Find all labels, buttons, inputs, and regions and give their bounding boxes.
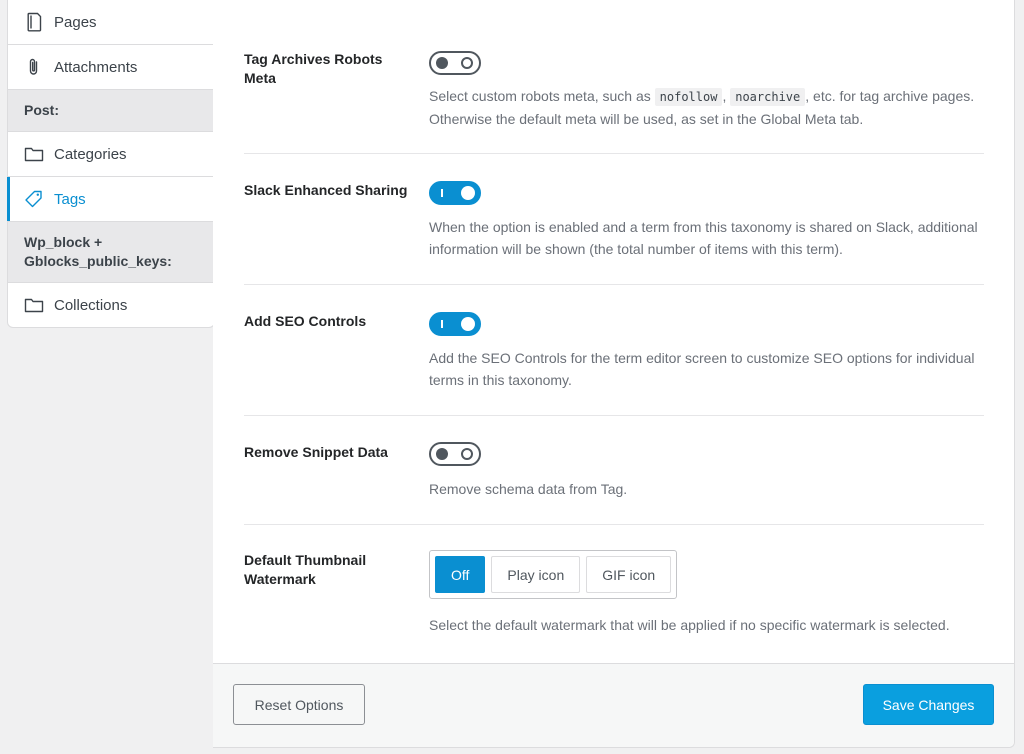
code-noarchive: noarchive <box>730 88 806 106</box>
sidebar-item-label: Pages <box>54 13 97 31</box>
sidebar-item-label: Tags <box>54 190 86 208</box>
paperclip-icon <box>24 57 44 77</box>
pages-icon <box>24 12 44 32</box>
toggle-off-mark <box>461 448 473 460</box>
settings-panel: Tag Archives Robots Meta Select custom r… <box>213 0 1015 748</box>
setting-description: When the option is enabled and a term fr… <box>429 219 978 257</box>
watermark-option-off[interactable]: Off <box>435 556 486 593</box>
folder-icon <box>24 144 44 164</box>
seo-controls-control <box>429 312 481 336</box>
setting-label: Remove Snippet Data <box>244 444 388 460</box>
watermark-control: Off Play icon GIF icon <box>429 550 678 599</box>
group-line: Wp_block + <box>24 234 103 250</box>
save-changes-button[interactable]: Save Changes <box>863 684 994 725</box>
remove-snippet-toggle[interactable] <box>429 442 481 466</box>
sidebar-item-collections[interactable]: Collections <box>8 283 214 327</box>
setting-label: Default Thumbnail Watermark <box>244 552 367 587</box>
slack-sharing-toggle[interactable] <box>429 181 481 205</box>
reset-options-button[interactable]: Reset Options <box>233 684 365 725</box>
toggle-knob <box>436 448 448 460</box>
setting-description: Select the default watermark that will b… <box>429 617 950 633</box>
desc-text: Select custom robots meta, such as <box>429 88 655 104</box>
setting-description: Add the SEO Controls for the term editor… <box>429 350 975 388</box>
setting-robots-meta: Tag Archives Robots Meta Select custom r… <box>244 50 984 154</box>
setting-remove-snippet: Remove Snippet Data Remove schema data f… <box>244 442 984 525</box>
toggle-on-mark <box>441 189 443 197</box>
sidebar-group-post: Post: <box>8 90 214 132</box>
sidebar-item-attachments[interactable]: Attachments <box>8 45 214 90</box>
sidebar-item-label: Attachments <box>54 58 138 76</box>
robots-meta-toggle[interactable] <box>429 51 481 75</box>
sidebar-item-label: Collections <box>54 296 128 314</box>
watermark-option-play-icon[interactable]: Play icon <box>491 556 581 593</box>
toggle-knob <box>436 57 448 69</box>
group-line: Gblocks_public_keys: <box>24 253 172 269</box>
watermark-option-gif-icon[interactable]: GIF icon <box>586 556 672 593</box>
sidebar-item-tags[interactable]: Tags <box>7 177 214 222</box>
toggle-on-mark <box>441 320 443 328</box>
settings-footer: Reset Options Save Changes <box>213 663 1014 747</box>
toggle-knob <box>461 186 475 200</box>
watermark-segmented: Off Play icon GIF icon <box>429 550 678 599</box>
folder-icon <box>24 295 44 315</box>
setting-label: Tag Archives Robots Meta <box>244 51 383 86</box>
setting-label: Slack Enhanced Sharing <box>244 182 408 198</box>
setting-description: Remove schema data from Tag. <box>429 481 628 497</box>
sidebar-item-label: Categories <box>54 145 127 163</box>
setting-description: Select custom robots meta, such as nofol… <box>429 85 979 130</box>
slack-control <box>429 181 481 205</box>
toggle-knob <box>461 317 475 331</box>
toggle-off-mark <box>461 57 473 69</box>
sidebar-item-pages[interactable]: Pages <box>8 0 214 45</box>
snippet-control <box>429 442 481 466</box>
setting-thumbnail-watermark: Default Thumbnail Watermark Off Play ico… <box>244 550 984 651</box>
setting-label: Add SEO Controls <box>244 313 367 329</box>
tag-icon <box>24 189 44 209</box>
robots-meta-control <box>429 51 481 75</box>
seo-controls-toggle[interactable] <box>429 312 481 336</box>
setting-seo-controls: Add SEO Controls Add the SEO Controls fo… <box>244 312 984 416</box>
code-nofollow: nofollow <box>654 88 723 106</box>
sidebar-item-categories[interactable]: Categories <box>8 132 214 177</box>
sidebar-group-wp-block: Wp_block + Gblocks_public_keys: <box>8 222 214 283</box>
sidebar: Pages Attachments Post: Categories Tags … <box>7 0 215 328</box>
setting-slack-sharing: Slack Enhanced Sharing When the option i… <box>244 181 984 285</box>
